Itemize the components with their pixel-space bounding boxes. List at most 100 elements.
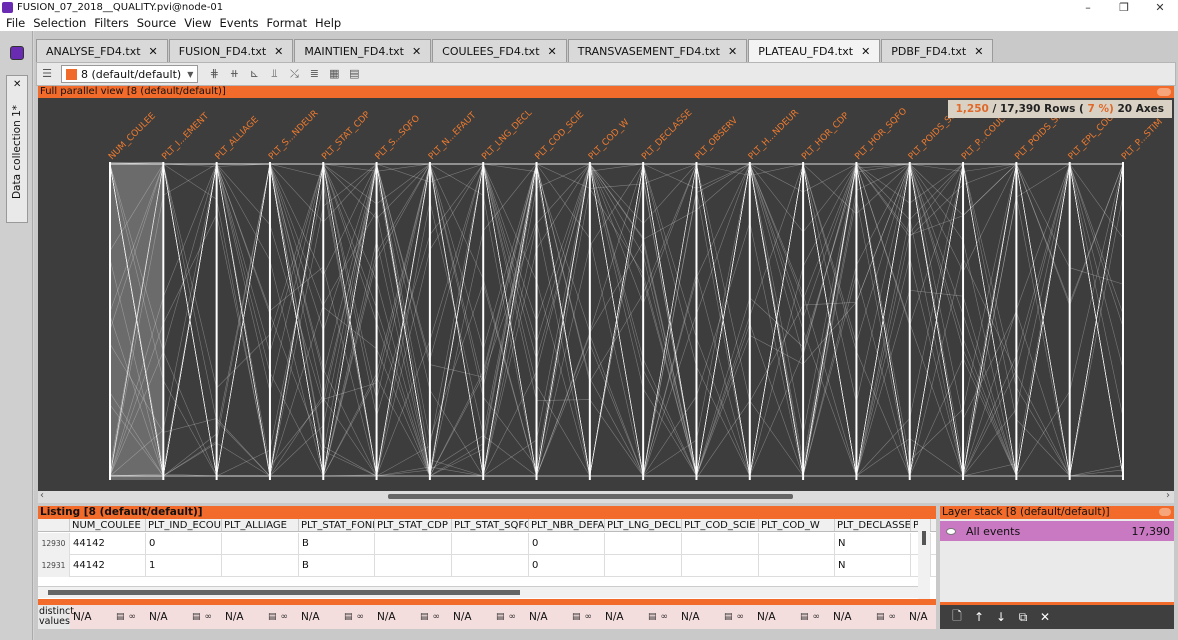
link-icon[interactable]: ∞ [357,612,365,622]
list-icon[interactable]: ▤ [496,612,505,622]
table-cell[interactable]: 44142 [70,554,146,577]
layer-row-all-events[interactable]: All events 17,390 [940,521,1174,541]
table-row[interactable]: 12930 44142 0 B 0 N [38,532,936,555]
table-cell[interactable]: N [835,532,911,555]
close-icon[interactable]: ✕ [861,45,870,58]
column-header[interactable]: PLT_LNG_DECL [605,519,682,531]
close-icon[interactable]: ✕ [274,45,283,58]
table-cell[interactable]: 0 [529,554,605,577]
axis-label[interactable]: PLT_I...EMENT [160,111,211,162]
axis-label[interactable]: PLT_HOR_SQFO [853,106,909,162]
close-icon[interactable]: ✕ [13,79,21,90]
duplicate-layer-icon[interactable]: ⧉ [1012,610,1034,625]
list-icon[interactable]: ▤ [876,612,885,622]
column-header[interactable]: PLT_COD_W [759,519,835,531]
panel-controls-icon[interactable] [1157,88,1171,96]
menu-view[interactable]: View [180,16,215,30]
axis-label[interactable]: PLT_H...NDEUR [747,108,801,162]
link-icon[interactable]: ∞ [585,612,593,622]
table-cell[interactable] [759,532,835,555]
link-icon[interactable]: ∞ [889,612,897,622]
axis-label[interactable]: PLT_S...SQFO [374,114,422,162]
zoom-icon[interactable]: ⤯ [287,67,301,81]
list-icon[interactable]: ▤ [268,612,277,622]
list-icon[interactable]: ▤ [192,612,201,622]
axis-label[interactable]: PLT_OBSERV [694,115,741,162]
move-up-icon[interactable]: ↑ [968,610,990,624]
column-header[interactable]: PLT_COD_SCIE [682,519,759,531]
data-collection-tab[interactable]: ✕ Data collection 1* [6,75,28,223]
column-header[interactable]: PLT_NBR_DEFAL [529,519,605,531]
scrollbar-thumb[interactable] [48,590,520,595]
table-cell[interactable] [452,554,529,577]
column-header[interactable]: PLT_STAT_SQFO [452,519,529,531]
grid-icon[interactable]: ▤ [347,67,361,81]
axes-icon[interactable]: ⧺ [227,67,241,81]
menu-help[interactable]: Help [311,16,345,30]
table-cell[interactable]: 0 [529,532,605,555]
close-icon[interactable]: ✕ [548,45,557,58]
tab-transvasement[interactable]: TRANSVASEMENT_FD4.txt ✕ [567,39,748,62]
axis-label[interactable]: PLT_P...STIM [1120,117,1165,162]
table-cell[interactable] [759,554,835,577]
axis-label[interactable]: PLT_STAT_CDP [320,110,373,163]
delete-layer-icon[interactable]: ✕ [1034,610,1056,624]
scroll-right-icon[interactable]: › [1166,490,1170,501]
table-cell[interactable]: N [835,554,911,577]
link-icon[interactable]: ∞ [129,612,137,622]
axis-label[interactable]: NUM_COULEE [107,111,158,162]
new-layer-icon[interactable]: 🗋 [946,607,968,628]
tab-fusion[interactable]: FUSION_FD4.txt ✕ [168,39,294,62]
link-icon[interactable]: ∞ [737,612,745,622]
eye-icon[interactable] [946,527,956,535]
list-icon[interactable]: ▤ [800,612,809,622]
link-icon[interactable]: ∞ [509,612,517,622]
link-icon[interactable]: ∞ [433,612,441,622]
scroll-left-icon[interactable]: ‹ [40,490,44,501]
menu-format[interactable]: Format [262,16,311,30]
table-icon[interactable]: ▦ [327,67,341,81]
collection-icon[interactable] [10,46,24,60]
axis-label[interactable]: PLT_COD_SCIE [534,109,587,162]
table-cell[interactable]: 1 [146,554,222,577]
column-header[interactable]: PLT_IND_ECOUL [146,519,222,531]
menu-selection[interactable]: Selection [29,16,90,30]
column-header[interactable]: PLT_STAT_FOND [299,519,375,531]
parallel-coords-icon[interactable]: ⋕ [207,67,221,81]
table-cell[interactable] [375,532,452,555]
close-window-button[interactable]: ✕ [1142,0,1178,15]
axis-label[interactable]: PLT_N...EFAUT [427,110,479,162]
menu-file[interactable]: File [0,16,29,30]
scrollbar-thumb[interactable] [922,531,926,545]
panel-controls-icon[interactable] [1159,508,1171,516]
scatter-icon[interactable]: ⊾ [247,67,261,81]
scrollbar-thumb[interactable] [388,494,793,499]
column-header[interactable]: NUM_COULEE [70,519,146,531]
axis-label[interactable]: PLT_DECLASSE [640,108,694,162]
close-icon[interactable]: ✕ [974,45,983,58]
list-icon[interactable]: ▤ [648,612,657,622]
table-cell[interactable] [452,532,529,555]
table-row[interactable]: 12931 44142 1 B 0 N [38,554,936,577]
tab-pdbf[interactable]: PDBF_FD4.txt ✕ [881,39,994,62]
list-icon[interactable]: ▤ [572,612,581,622]
table-cell[interactable] [605,532,682,555]
close-icon[interactable]: ✕ [149,45,158,58]
close-icon[interactable]: ✕ [728,45,737,58]
layers-icon[interactable]: ≣ [307,67,321,81]
list-icon[interactable]: ☰ [40,67,54,81]
column-header[interactable]: PLT_ALLIAGE [222,519,299,531]
parallel-view-scrollbar[interactable]: ‹ › [38,490,1174,503]
axis-label[interactable]: PLT_ALLIAGE [214,115,261,162]
link-icon[interactable]: ∞ [661,612,669,622]
table-cell[interactable] [605,554,682,577]
list-icon[interactable]: ▤ [420,612,429,622]
tab-plateau[interactable]: PLATEAU_FD4.txt ✕ [748,39,881,62]
tab-analyse[interactable]: ANALYSE_FD4.txt ✕ [36,39,168,62]
list-icon[interactable]: ▤ [116,612,125,622]
tab-coulees[interactable]: COULEES_FD4.txt ✕ [432,39,567,62]
axis-label[interactable]: PLT_S...NDEUR [267,109,321,163]
axis-label[interactable]: PLT_P...COUL [960,115,1007,162]
minimize-button[interactable]: – [1070,0,1106,15]
table-cell[interactable] [682,554,759,577]
